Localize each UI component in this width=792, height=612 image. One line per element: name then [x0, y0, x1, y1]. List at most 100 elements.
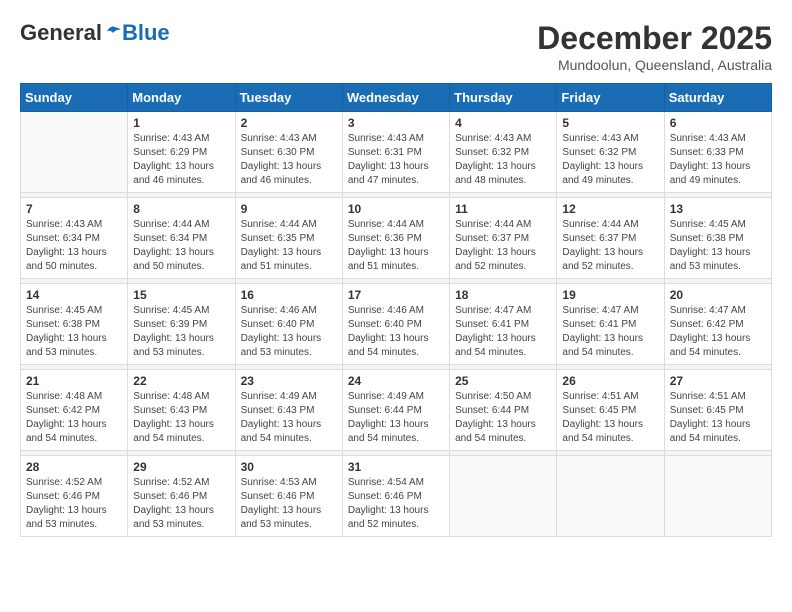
calendar-cell: 12 Sunrise: 4:44 AMSunset: 6:37 PMDayligh…: [557, 198, 664, 279]
logo-bird-icon: [104, 24, 122, 42]
day-number: 4: [455, 116, 551, 130]
day-number: 29: [133, 460, 229, 474]
day-number: 22: [133, 374, 229, 388]
day-info: Sunrise: 4:43 AMSunset: 6:29 PMDaylight:…: [133, 132, 229, 188]
calendar-week-row: 14 Sunrise: 4:45 AMSunset: 6:38 PMDayligh…: [21, 284, 772, 365]
calendar-cell: 15Sunrise: 4:45 AMSunset: 6:39 PMDayligh…: [128, 284, 235, 365]
calendar-cell: 26 Sunrise: 4:51 AMSunset: 6:45 PMDayligh…: [557, 370, 664, 451]
calendar-week-row: 28 Sunrise: 4:52 AMSunset: 6:46 PMDayligh…: [21, 456, 772, 537]
calendar-cell: 8 Sunrise: 4:44 AMSunset: 6:34 PMDaylight…: [128, 198, 235, 279]
calendar-cell: 13Sunrise: 4:45 AMSunset: 6:38 PMDayligh…: [664, 198, 771, 279]
calendar-cell: 20 Sunrise: 4:47 AMSunset: 6:42 PMDayligh…: [664, 284, 771, 365]
day-number: 15: [133, 288, 229, 302]
weekday-header-thursday: Thursday: [450, 84, 557, 112]
day-info: Sunrise: 4:49 AMSunset: 6:43 PMDaylight:…: [241, 390, 337, 446]
day-info: Sunrise: 4:44 AMSunset: 6:36 PMDaylight:…: [348, 218, 444, 274]
day-info: Sunrise: 4:47 AMSunset: 6:42 PMDaylight:…: [670, 304, 766, 360]
day-info: Sunrise: 4:43 AMSunset: 6:34 PMDaylight:…: [26, 218, 122, 274]
calendar-cell: 4 Sunrise: 4:43 AMSunset: 6:32 PMDaylight…: [450, 112, 557, 193]
day-number: 24: [348, 374, 444, 388]
calendar-cell: 19Sunrise: 4:47 AMSunset: 6:41 PMDayligh…: [557, 284, 664, 365]
day-info: Sunrise: 4:43 AMSunset: 6:32 PMDaylight:…: [455, 132, 551, 188]
day-number: 6: [670, 116, 766, 130]
calendar-cell: 16 Sunrise: 4:46 AMSunset: 6:40 PMDayligh…: [235, 284, 342, 365]
calendar-cell: 10 Sunrise: 4:44 AMSunset: 6:36 PMDayligh…: [342, 198, 449, 279]
weekday-header-wednesday: Wednesday: [342, 84, 449, 112]
day-number: 31: [348, 460, 444, 474]
calendar-cell: 31 Sunrise: 4:54 AMSunset: 6:46 PMDayligh…: [342, 456, 449, 537]
logo-general-text: General: [20, 20, 102, 46]
calendar-cell: 23 Sunrise: 4:49 AMSunset: 6:43 PMDayligh…: [235, 370, 342, 451]
calendar-table: SundayMondayTuesdayWednesdayThursdayFrid…: [20, 83, 772, 537]
day-number: 14: [26, 288, 122, 302]
day-info: Sunrise: 4:47 AMSunset: 6:41 PMDaylight:…: [562, 304, 658, 360]
day-number: 21: [26, 374, 122, 388]
calendar-cell: 17Sunrise: 4:46 AMSunset: 6:40 PMDayligh…: [342, 284, 449, 365]
weekday-header-monday: Monday: [128, 84, 235, 112]
calendar-cell: 18Sunrise: 4:47 AMSunset: 6:41 PMDayligh…: [450, 284, 557, 365]
calendar-cell: 14 Sunrise: 4:45 AMSunset: 6:38 PMDayligh…: [21, 284, 128, 365]
day-info: Sunrise: 4:52 AMSunset: 6:46 PMDaylight:…: [26, 476, 122, 532]
day-info: Sunrise: 4:52 AMSunset: 6:46 PMDaylight:…: [133, 476, 229, 532]
logo-blue-text: Blue: [122, 20, 170, 46]
day-info: Sunrise: 4:51 AMSunset: 6:45 PMDaylight:…: [562, 390, 658, 446]
calendar-header-row: SundayMondayTuesdayWednesdayThursdayFrid…: [21, 84, 772, 112]
location-text: Mundoolun, Queensland, Australia: [537, 57, 772, 73]
calendar-cell: 28 Sunrise: 4:52 AMSunset: 6:46 PMDayligh…: [21, 456, 128, 537]
day-number: 10: [348, 202, 444, 216]
day-info: Sunrise: 4:49 AMSunset: 6:44 PMDaylight:…: [348, 390, 444, 446]
calendar-cell: 2Sunrise: 4:43 AMSunset: 6:30 PMDaylight…: [235, 112, 342, 193]
day-number: 1: [133, 116, 229, 130]
calendar-cell: 11Sunrise: 4:44 AMSunset: 6:37 PMDayligh…: [450, 198, 557, 279]
calendar-cell: 7 Sunrise: 4:43 AMSunset: 6:34 PMDaylight…: [21, 198, 128, 279]
day-number: 3: [348, 116, 444, 130]
calendar-cell: 24 Sunrise: 4:49 AMSunset: 6:44 PMDayligh…: [342, 370, 449, 451]
calendar-cell: 1 Sunrise: 4:43 AMSunset: 6:29 PMDaylight…: [128, 112, 235, 193]
day-number: 20: [670, 288, 766, 302]
day-info: Sunrise: 4:46 AMSunset: 6:40 PMDaylight:…: [348, 304, 444, 360]
calendar-cell: 5Sunrise: 4:43 AMSunset: 6:32 PMDaylight…: [557, 112, 664, 193]
day-info: Sunrise: 4:54 AMSunset: 6:46 PMDaylight:…: [348, 476, 444, 532]
calendar-cell: [450, 456, 557, 537]
calendar-cell: 9 Sunrise: 4:44 AMSunset: 6:35 PMDaylight…: [235, 198, 342, 279]
calendar-cell: [21, 112, 128, 193]
day-info: Sunrise: 4:48 AMSunset: 6:42 PMDaylight:…: [26, 390, 122, 446]
day-number: 25: [455, 374, 551, 388]
weekday-header-sunday: Sunday: [21, 84, 128, 112]
day-number: 12: [562, 202, 658, 216]
calendar-cell: 6Sunrise: 4:43 AMSunset: 6:33 PMDaylight…: [664, 112, 771, 193]
day-info: Sunrise: 4:43 AMSunset: 6:30 PMDaylight:…: [241, 132, 337, 188]
calendar-cell: 22 Sunrise: 4:48 AMSunset: 6:43 PMDayligh…: [128, 370, 235, 451]
day-info: Sunrise: 4:43 AMSunset: 6:32 PMDaylight:…: [562, 132, 658, 188]
day-info: Sunrise: 4:50 AMSunset: 6:44 PMDaylight:…: [455, 390, 551, 446]
calendar-cell: 21 Sunrise: 4:48 AMSunset: 6:42 PMDayligh…: [21, 370, 128, 451]
day-number: 18: [455, 288, 551, 302]
day-number: 26: [562, 374, 658, 388]
logo: General Blue: [20, 20, 170, 46]
day-number: 27: [670, 374, 766, 388]
day-info: Sunrise: 4:45 AMSunset: 6:38 PMDaylight:…: [670, 218, 766, 274]
calendar-cell: 25 Sunrise: 4:50 AMSunset: 6:44 PMDayligh…: [450, 370, 557, 451]
day-number: 16: [241, 288, 337, 302]
day-info: Sunrise: 4:48 AMSunset: 6:43 PMDaylight:…: [133, 390, 229, 446]
calendar-cell: 27Sunrise: 4:51 AMSunset: 6:45 PMDayligh…: [664, 370, 771, 451]
day-info: Sunrise: 4:44 AMSunset: 6:37 PMDaylight:…: [562, 218, 658, 274]
day-number: 9: [241, 202, 337, 216]
weekday-header-friday: Friday: [557, 84, 664, 112]
calendar-week-row: 7 Sunrise: 4:43 AMSunset: 6:34 PMDaylight…: [21, 198, 772, 279]
day-info: Sunrise: 4:46 AMSunset: 6:40 PMDaylight:…: [241, 304, 337, 360]
day-info: Sunrise: 4:45 AMSunset: 6:38 PMDaylight:…: [26, 304, 122, 360]
calendar-week-row: 1 Sunrise: 4:43 AMSunset: 6:29 PMDaylight…: [21, 112, 772, 193]
month-title: December 2025: [537, 20, 772, 57]
day-number: 7: [26, 202, 122, 216]
day-number: 23: [241, 374, 337, 388]
weekday-header-tuesday: Tuesday: [235, 84, 342, 112]
day-info: Sunrise: 4:53 AMSunset: 6:46 PMDaylight:…: [241, 476, 337, 532]
day-number: 28: [26, 460, 122, 474]
day-number: 8: [133, 202, 229, 216]
page-header: General Blue December 2025 Mundoolun, Qu…: [20, 20, 772, 73]
day-info: Sunrise: 4:44 AMSunset: 6:35 PMDaylight:…: [241, 218, 337, 274]
day-info: Sunrise: 4:44 AMSunset: 6:34 PMDaylight:…: [133, 218, 229, 274]
calendar-cell: 3Sunrise: 4:43 AMSunset: 6:31 PMDaylight…: [342, 112, 449, 193]
calendar-cell: [557, 456, 664, 537]
